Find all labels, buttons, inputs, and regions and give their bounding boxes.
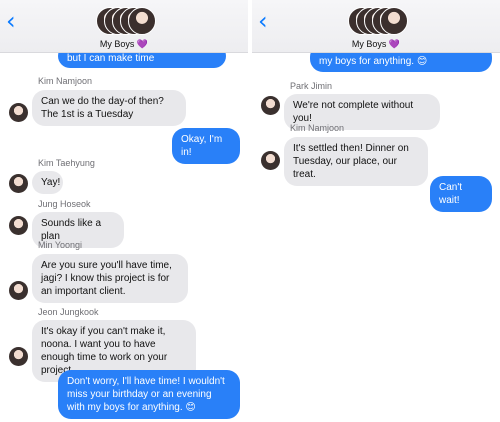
avatar [380,7,408,35]
avatar[interactable] [9,281,28,300]
avatar[interactable] [9,216,28,235]
chat-header: ‹ My Boys 💜 [0,0,248,53]
sender-name: Min Yoongi [38,240,83,250]
sender-name: Jung Hoseok [38,199,91,209]
avatar[interactable] [261,151,280,170]
back-chevron-icon[interactable]: ‹ [258,9,268,33]
avatar[interactable] [9,174,28,193]
incoming-bubble[interactable]: Can we do the day-of then? The 1st is a … [32,90,186,126]
sender-name: Jeon Jungkook [38,307,99,317]
group-avatars[interactable] [348,7,410,37]
avatar[interactable] [9,347,28,366]
chat-header: ‹ My Boys 💜 [252,0,500,53]
avatar [128,7,156,35]
incoming-bubble[interactable]: Yay! [32,171,63,194]
outgoing-bubble[interactable]: Okay, I'm in! [172,128,240,164]
outgoing-bubble[interactable]: Can't wait! [430,176,492,212]
avatar[interactable] [261,96,280,115]
incoming-bubble[interactable]: Are you sure you'll have time, jagi? I k… [32,254,188,303]
group-name[interactable]: My Boys 💜 [0,39,248,50]
sender-name: Kim Namjoon [290,123,345,133]
group-name[interactable]: My Boys 💜 [252,39,500,50]
left-conversation-pane: but I can make time ‹ My Boys 💜 Kim Namj… [0,0,248,422]
right-conversation-pane: my boys for anything. 😊 ‹ My Boys 💜 Park… [252,0,500,422]
sender-name: Kim Namjoon [38,76,93,86]
avatar[interactable] [9,103,28,122]
outgoing-bubble[interactable]: Don't worry, I'll have time! I wouldn't … [58,370,240,419]
sender-name: Park Jimin [290,81,333,91]
group-avatars[interactable] [96,7,158,37]
sender-name: Kim Taehyung [38,158,95,168]
incoming-bubble[interactable]: It's settled then! Dinner on Tuesday, ou… [284,137,428,186]
back-chevron-icon[interactable]: ‹ [6,9,16,33]
